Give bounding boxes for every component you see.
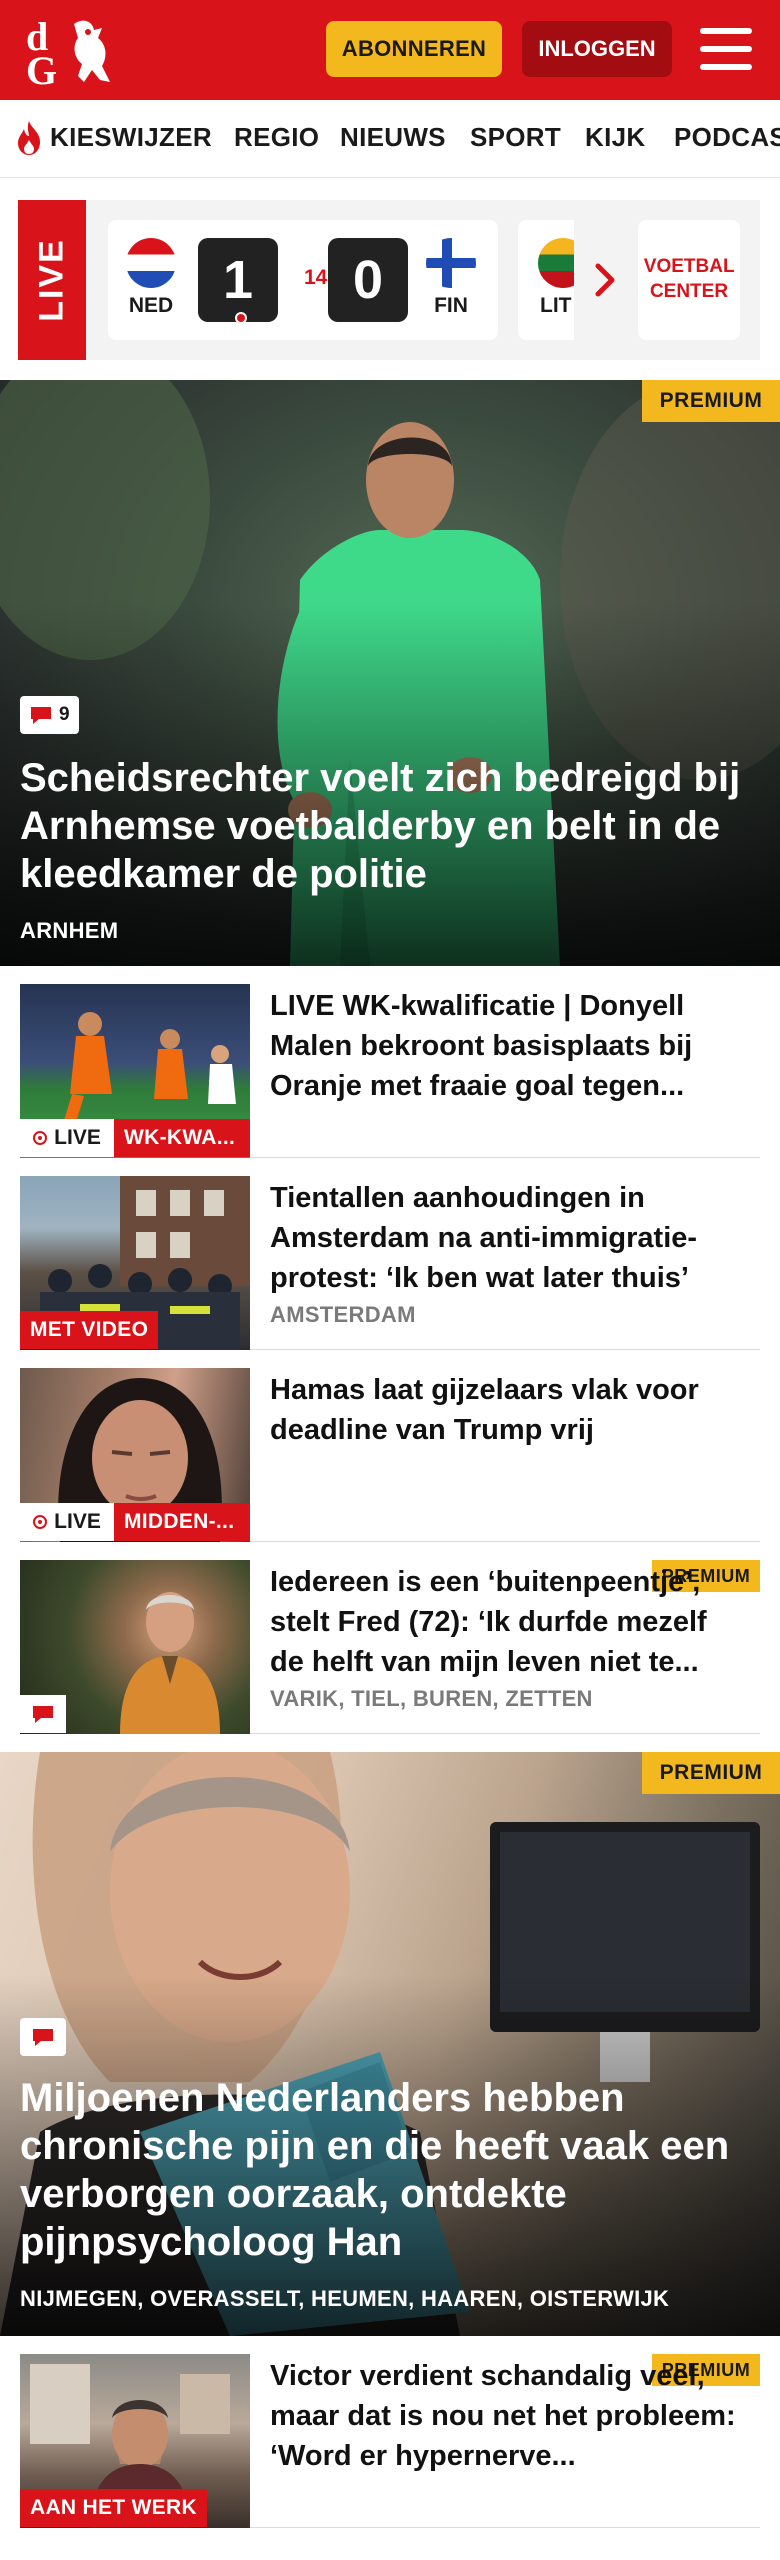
svg-text:G: G [26,48,57,90]
lithuania-flag-icon [538,238,574,288]
article-headline[interactable]: Victor verdient schandalig veel, maar da… [270,2356,740,2476]
login-button[interactable]: INLOGGEN [522,21,672,77]
chevron-right-icon[interactable] [590,262,620,298]
live-dot-icon [33,1131,48,1145]
hero-article-2[interactable]: PREMIUM Miljoenen Nederlanders hebben ch… [0,1752,780,2336]
nav-item-kieswijzer[interactable]: KIESWIJZER [50,122,212,153]
live-scores-bar: LIVE NED 1 14' 0 FIN LIT VOETBAL CENTER [18,200,760,360]
netherlands-flag-icon [126,238,176,288]
match-card-next[interactable]: LIT [518,220,574,340]
live-label: LIVE [20,1119,114,1157]
nav-item-nieuws[interactable]: NIEUWS [340,122,446,153]
article-headline[interactable]: Iedereen is een ‘buitenpeentje’, stelt F… [270,1562,740,1682]
nav-item-kijk[interactable]: KIJK [585,122,645,153]
list-item[interactable]: PREMIUM Iedereen is een ‘buitenpeentje’,… [20,1560,760,1734]
live-tag: LIVE [18,200,86,360]
hero-headline[interactable]: Miljoenen Nederlanders hebben chronische… [20,2074,760,2266]
nav-item-sport[interactable]: SPORT [470,122,561,153]
article-location: AMSTERDAM [270,1302,416,1327]
premium-badge: PREMIUM [642,380,780,422]
article-headline[interactable]: Tientallen aanhoudingen in Amsterdam na … [270,1178,740,1298]
main-nav: KIESWIJZER REGIO NIEUWS SPORT KIJK PODCA… [0,100,780,178]
category-label: WK-KWA... [114,1119,250,1157]
away-score: 0 [328,238,408,322]
nav-item-regio[interactable]: REGIO [234,122,319,153]
comment-icon [33,1706,53,1723]
logo[interactable]: d G [22,10,122,90]
premium-badge: PREMIUM [642,1752,780,1794]
list-item[interactable]: LIVE MIDDEN-... Hamas laat gijzelaars vl… [20,1368,760,1542]
hero-location: NIJMEGEN, OVERASSELT, HEUMEN, HAAREN, OI… [20,2286,670,2311]
article-headline[interactable]: Hamas laat gijzelaars vlak voor deadline… [270,1370,740,1450]
home-team-code: NED [128,294,174,317]
nav-item-podcast[interactable]: PODCAS [674,122,780,153]
comment-icon [31,707,51,724]
comment-count[interactable]: 9 [20,696,79,734]
hero-article[interactable]: PREMIUM 9 Scheidsrechter voelt zich bedr… [0,380,780,966]
live-label: LIVE [20,1503,114,1541]
away-team-code: FIN [434,294,468,317]
comment-chip[interactable] [20,2018,66,2056]
subscribe-button[interactable]: ABONNEREN [326,21,502,77]
comment-chip[interactable] [20,1695,66,1733]
hero-headline[interactable]: Scheidsrechter voelt zich bedreigd bij A… [20,754,760,898]
home-score: 1 [198,238,278,322]
live-dot-icon [33,1515,48,1529]
category-label: MET VIDEO [20,1311,159,1349]
live-indicator-dot [235,312,247,324]
list-item[interactable]: LIVE WK-KWA... LIVE WK-kwalificatie | Do… [20,984,760,1158]
article-headline[interactable]: LIVE WK-kwalificatie | Donyell Malen bek… [270,986,740,1106]
match-card-ned-fin[interactable]: NED 1 14' 0 FIN [108,220,498,340]
category-label: AAN HET WERK [20,2489,207,2527]
menu-icon[interactable] [700,28,752,72]
flame-icon [18,121,40,155]
list-item[interactable]: PREMIUM AAN HET WERK Victor verdient sch… [20,2354,760,2528]
comment-icon [33,2029,53,2046]
article-location: VARIK, TIEL, BUREN, ZETTEN [270,1686,593,1711]
voetbal-center-button[interactable]: VOETBAL CENTER [638,220,740,340]
category-label: MIDDEN-... [114,1503,250,1541]
finland-flag-icon [426,238,476,288]
next-team-code: LIT [540,294,572,317]
list-item[interactable]: MET VIDEO Tientallen aanhoudingen in Ams… [20,1176,760,1350]
hero-location: ARNHEM [20,918,119,943]
top-bar: d G ABONNEREN INLOGGEN [0,0,780,100]
